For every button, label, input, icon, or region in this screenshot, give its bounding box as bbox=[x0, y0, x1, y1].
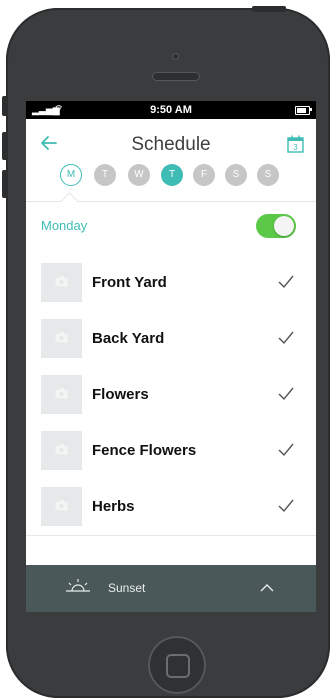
camera-icon bbox=[55, 444, 68, 455]
day-enabled-toggle[interactable] bbox=[256, 214, 296, 238]
volume-up-button[interactable] bbox=[2, 132, 8, 160]
calendar-icon[interactable]: 3 bbox=[287, 135, 304, 153]
day-friday[interactable]: F bbox=[193, 164, 215, 186]
home-button[interactable] bbox=[148, 636, 206, 694]
front-camera bbox=[172, 53, 179, 60]
mute-switch[interactable] bbox=[2, 96, 8, 116]
toggle-knob bbox=[274, 216, 294, 236]
page-title: Schedule bbox=[131, 134, 211, 155]
sunset-icon bbox=[66, 579, 90, 592]
zone-name: Back Yard bbox=[92, 330, 165, 347]
home-button-icon bbox=[166, 654, 190, 678]
camera-icon bbox=[55, 388, 68, 399]
zone-thumbnail bbox=[41, 263, 82, 302]
day-thursday[interactable]: T bbox=[161, 164, 183, 186]
day-wednesday[interactable]: W bbox=[128, 164, 150, 186]
check-icon[interactable] bbox=[278, 275, 294, 289]
screen: ▂▃▅▆ ⌔ 9:50 AM Schedule 3 M T W T F S S bbox=[26, 101, 316, 612]
sunset-label: Sunset bbox=[108, 581, 146, 595]
zone-thumbnail bbox=[41, 375, 82, 414]
list-item[interactable]: Fence Flowers bbox=[26, 423, 316, 480]
check-icon[interactable] bbox=[278, 499, 294, 513]
day-section-row: Monday bbox=[26, 203, 316, 256]
list-item[interactable]: Flowers bbox=[26, 367, 316, 424]
camera-icon bbox=[55, 332, 68, 343]
day-monday[interactable]: M bbox=[60, 164, 82, 186]
power-button[interactable] bbox=[252, 6, 286, 12]
zone-thumbnail bbox=[41, 487, 82, 526]
zone-name: Front Yard bbox=[92, 274, 167, 291]
check-icon[interactable] bbox=[278, 331, 294, 345]
zone-name: Flowers bbox=[92, 386, 149, 403]
status-time: 9:50 AM bbox=[150, 104, 192, 116]
check-icon[interactable] bbox=[278, 443, 294, 457]
status-bar: ▂▃▅▆ ⌔ 9:50 AM bbox=[26, 101, 316, 119]
camera-icon bbox=[55, 500, 68, 511]
chevron-up-icon[interactable] bbox=[260, 583, 274, 593]
zone-thumbnail bbox=[41, 431, 82, 470]
battery-icon bbox=[295, 106, 310, 115]
zone-name: Herbs bbox=[92, 498, 135, 515]
svg-text:3: 3 bbox=[293, 143, 298, 152]
check-icon[interactable] bbox=[278, 387, 294, 401]
zone-name: Fence Flowers bbox=[92, 442, 197, 459]
day-sunday[interactable]: S bbox=[257, 164, 279, 186]
battery-tip bbox=[310, 108, 312, 111]
list-item[interactable]: Herbs bbox=[26, 479, 316, 536]
volume-down-button[interactable] bbox=[2, 170, 8, 198]
earpiece-speaker bbox=[152, 72, 200, 81]
day-tuesday[interactable]: T bbox=[94, 164, 116, 186]
list-item[interactable]: Front Yard bbox=[26, 255, 316, 312]
sunset-bar[interactable]: Sunset bbox=[26, 565, 316, 612]
list-item[interactable]: Back Yard bbox=[26, 311, 316, 368]
camera-icon bbox=[55, 276, 68, 287]
header: Schedule 3 M T W T F S S bbox=[26, 119, 316, 211]
day-saturday[interactable]: S bbox=[225, 164, 247, 186]
day-section-label: Monday bbox=[41, 218, 88, 233]
zone-thumbnail bbox=[41, 319, 82, 358]
